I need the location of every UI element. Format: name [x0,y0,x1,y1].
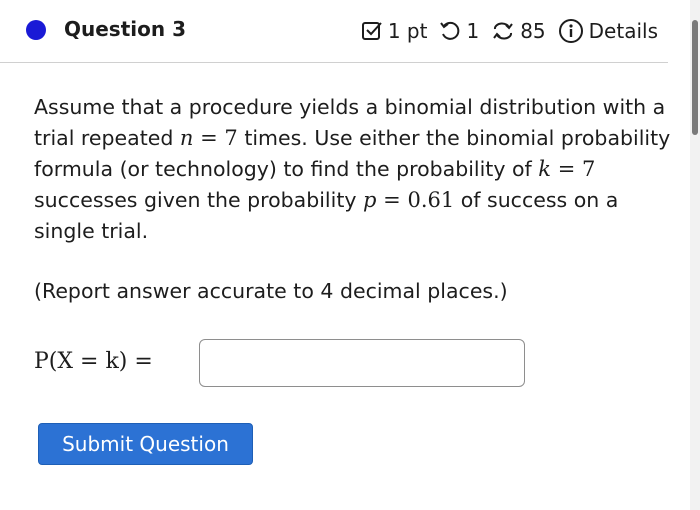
n-variable: n [179,126,194,150]
k-variable: k [538,157,551,181]
answer-input[interactable] [199,339,525,387]
scrollbar-gap [668,390,690,510]
answer-label: P(X = k) = [34,349,153,374]
n-expression: n = 7 [180,126,238,150]
question-title: Question 3 [64,17,186,41]
retry-icon [439,20,461,42]
k-expression: k = 7 [538,157,595,181]
checkbox-icon [361,20,383,42]
points-label: 1 pt [387,19,428,43]
n-value: 7 [224,126,238,150]
p-variable: p [363,188,377,212]
problem-mid2: successes given the probability [34,188,364,212]
p-expression: p = 0.61 [363,188,454,212]
scrollbar-thumb[interactable] [692,20,698,135]
retries-count: 1 [466,19,480,43]
question-meta: 1 pt 1 85 Details [361,16,658,46]
problem-text: Assume that a procedure yields a binomia… [34,92,674,247]
k-equals: = [557,157,576,181]
info-icon[interactable] [558,18,584,44]
question-header: Question 3 1 pt 1 85 Details [0,0,668,63]
n-equals: = [200,126,218,150]
instructions-text: (Report answer accurate to 4 decimal pla… [34,279,508,303]
details-link[interactable]: Details [589,19,658,43]
submissions-count: 85 [520,19,546,43]
submissions-icon [491,20,515,42]
p-equals: = [383,188,401,212]
question-status-dot [26,20,46,40]
submit-question-button[interactable]: Submit Question [38,423,253,465]
k-value: 7 [581,157,596,181]
p-value: 0.61 [407,188,455,212]
